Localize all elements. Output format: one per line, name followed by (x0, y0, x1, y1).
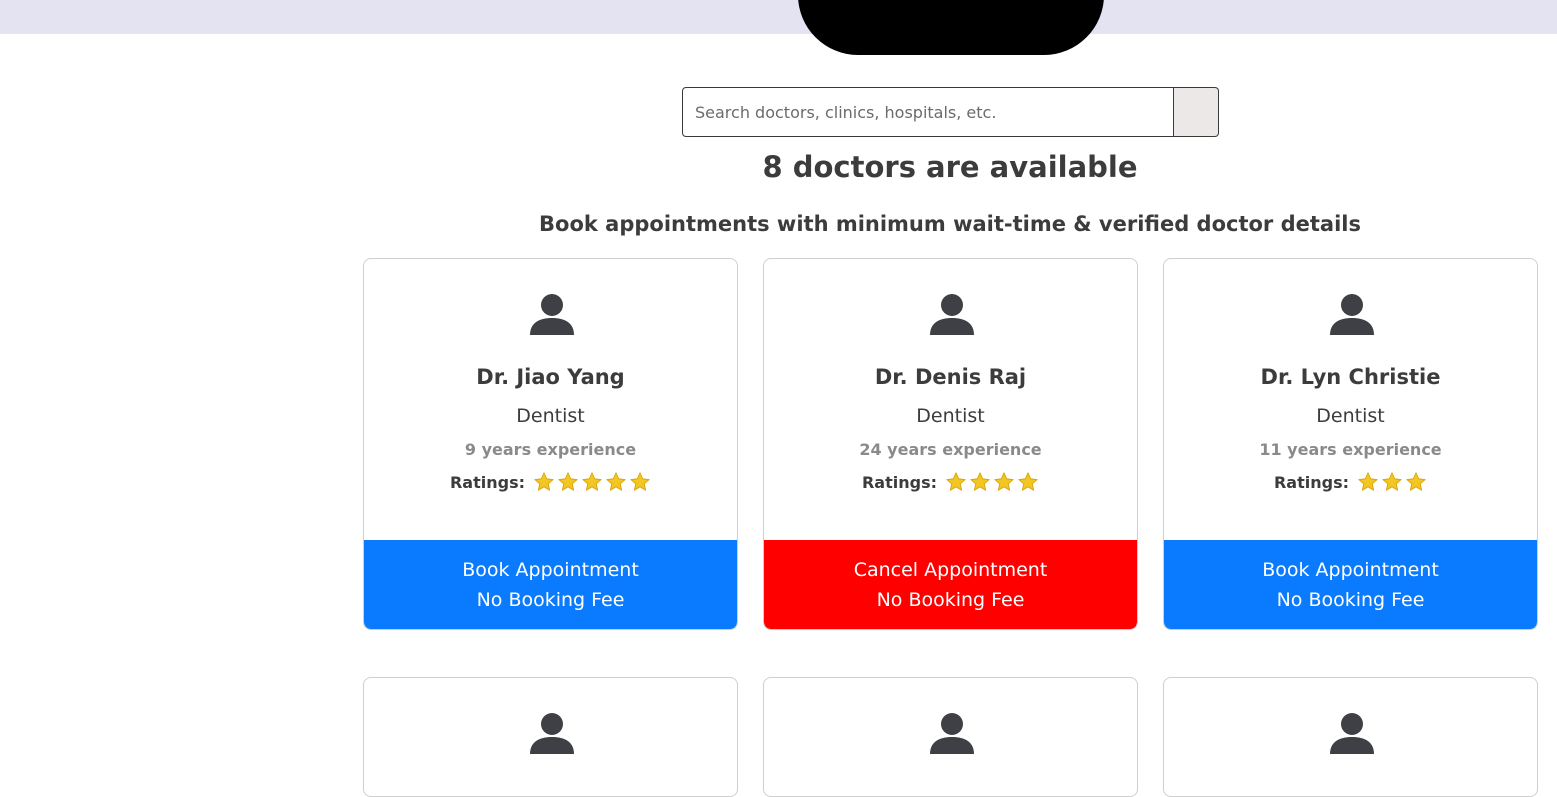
star-icon (1358, 472, 1378, 491)
star-icon (1382, 472, 1402, 491)
doctor-specialty: Dentist (1316, 405, 1385, 427)
doctor-experience: 24 years experience (859, 440, 1042, 459)
user-avatar-icon (1330, 713, 1374, 754)
doctor-card (363, 677, 738, 797)
doctor-name: Dr. Jiao Yang (476, 365, 625, 389)
rating-stars (945, 471, 1039, 493)
button-fee-label: No Booking Fee (1276, 589, 1425, 611)
user-avatar-icon (1330, 294, 1374, 335)
doctor-name: Dr. Lyn Christie (1260, 365, 1441, 389)
doctor-name: Dr. Denis Raj (874, 365, 1027, 389)
doctor-rating: Ratings: (1164, 471, 1537, 493)
button-action-label: Book Appointment (1262, 559, 1439, 581)
doctor-card (1163, 677, 1538, 797)
booking-subtitle: Book appointments with minimum wait-time… (539, 212, 1361, 236)
search-button[interactable] (1174, 87, 1219, 137)
doctor-card (763, 677, 1138, 797)
star-icon (606, 472, 626, 491)
star-icon (630, 472, 650, 491)
rating-stars (1357, 471, 1427, 493)
user-avatar-icon (930, 294, 974, 335)
doctor-specialty: Dentist (516, 405, 585, 427)
button-action-label: Book Appointment (462, 559, 639, 581)
star-icon (582, 472, 602, 491)
star-icon (534, 472, 554, 491)
ratings-label: Ratings: (449, 472, 525, 492)
book-appointment-button[interactable]: Book Appointment No Booking Fee (364, 540, 737, 629)
button-fee-label: No Booking Fee (476, 589, 625, 611)
top-navbar (0, 0, 1557, 34)
button-fee-label: No Booking Fee (876, 589, 1025, 611)
doctor-card: Dr. Denis Raj Dentist 24 years experienc… (763, 258, 1138, 630)
doctor-experience: 9 years experience (464, 440, 637, 459)
rating-stars (533, 471, 651, 493)
doctor-experience: 11 years experience (1259, 440, 1442, 459)
search-input[interactable] (682, 87, 1174, 137)
book-appointment-button[interactable]: Book Appointment No Booking Fee (1164, 540, 1537, 629)
search-bar (682, 87, 1219, 137)
ratings-label: Ratings: (861, 472, 937, 492)
cancel-appointment-button[interactable]: Cancel Appointment No Booking Fee (764, 540, 1137, 629)
doctor-rating: Ratings: (364, 471, 737, 493)
ratings-label: Ratings: (1273, 472, 1349, 492)
star-icon (558, 472, 578, 491)
doctor-rating: Ratings: (764, 471, 1137, 493)
user-avatar-icon (930, 713, 974, 754)
star-icon (994, 472, 1014, 491)
star-icon (1406, 472, 1426, 491)
hero-banner-shape (798, 0, 1104, 55)
doctor-card: Dr. Jiao Yang Dentist 9 years experience… (363, 258, 738, 630)
button-action-label: Cancel Appointment (853, 559, 1048, 581)
user-avatar-icon (530, 713, 574, 754)
doctor-count-heading: 8 doctors are available (762, 150, 1138, 184)
star-icon (946, 472, 966, 491)
star-icon (970, 472, 990, 491)
star-icon (1018, 472, 1038, 491)
doctor-card: Dr. Lyn Christie Dentist 11 years experi… (1163, 258, 1538, 630)
doctor-specialty: Dentist (916, 405, 985, 427)
user-avatar-icon (530, 294, 574, 335)
